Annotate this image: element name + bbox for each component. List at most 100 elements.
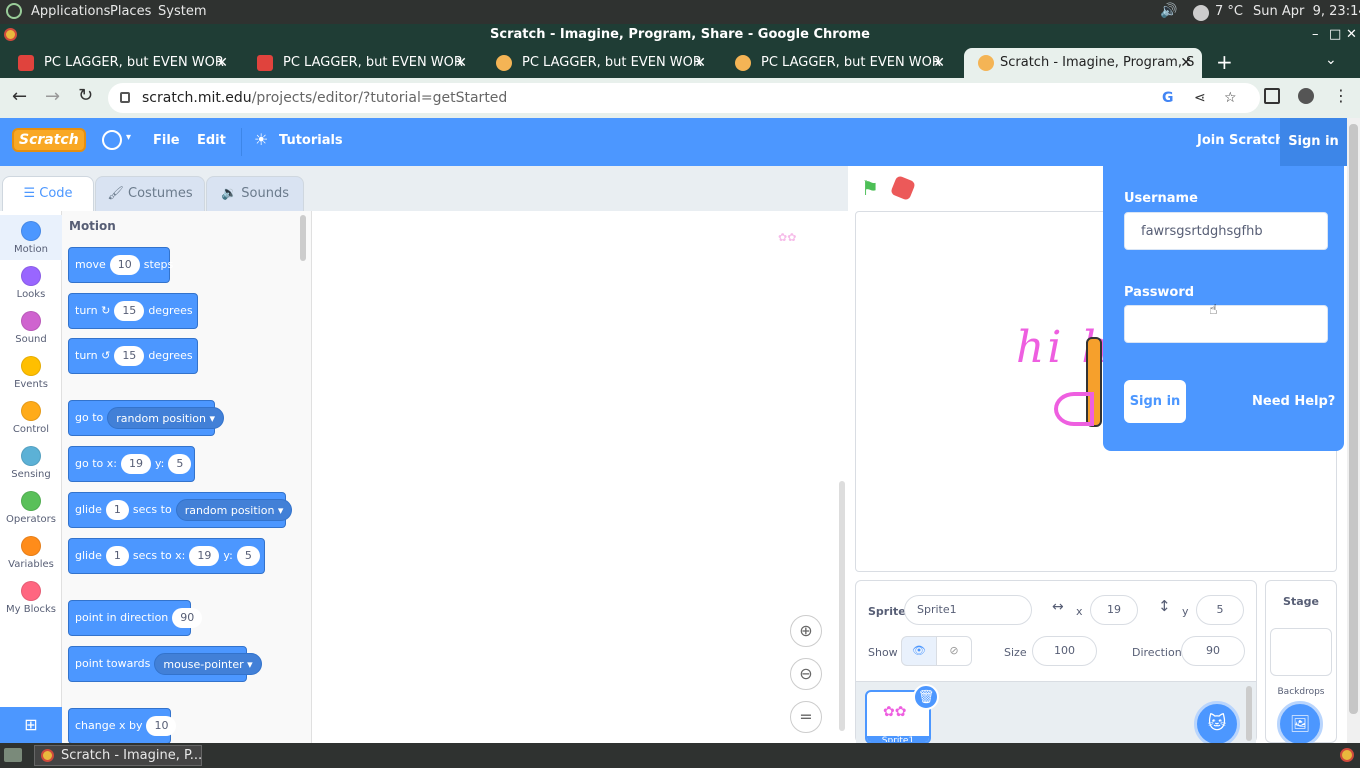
new-tab-icon[interactable]: + xyxy=(1216,50,1233,74)
block-input[interactable]: 10 xyxy=(109,255,140,275)
block-point-towards[interactable]: point towards mouse-pointer ▾ xyxy=(68,646,262,682)
delete-sprite-icon[interactable]: 🗑 xyxy=(913,684,939,710)
need-help-link[interactable]: Need Help? xyxy=(1252,394,1335,409)
lock-icon[interactable] xyxy=(120,92,130,103)
block-input[interactable]: 19 xyxy=(189,546,220,566)
back-icon[interactable]: ← xyxy=(12,86,27,107)
category-events[interactable]: Events xyxy=(0,350,62,395)
forward-icon[interactable]: → xyxy=(45,86,60,107)
block-change-x[interactable]: change x by 10 xyxy=(68,708,177,744)
browser-tab[interactable]: PC LAGGER, but EVEN WOR ✕ xyxy=(478,48,716,78)
show-desktop-icon[interactable] xyxy=(4,748,22,762)
block-input[interactable]: 10 xyxy=(146,716,177,736)
block-turn-right[interactable]: turn ↻ 15 degrees xyxy=(68,293,198,329)
category-sensing[interactable]: Sensing xyxy=(0,440,62,485)
block-input[interactable]: 1 xyxy=(105,500,129,520)
edit-menu[interactable]: Edit xyxy=(197,133,226,148)
close-tab-icon[interactable]: ✕ xyxy=(933,48,945,78)
bookmark-star-icon[interactable]: ☆ xyxy=(1224,83,1237,113)
zoom-out-button[interactable]: ⊖ xyxy=(790,658,822,690)
block-move[interactable]: move 10 steps xyxy=(68,247,173,283)
browser-tab-active[interactable]: Scratch - Imagine, Program, S ✕ xyxy=(964,48,1202,78)
stage-thumbnail[interactable] xyxy=(1270,628,1332,676)
stage-selector-panel[interactable]: Stage Backdrops 🖼 xyxy=(1265,580,1337,747)
size-field[interactable]: 100 xyxy=(1032,636,1097,666)
block-input[interactable]: 15 xyxy=(114,301,145,321)
script-area[interactable]: ✿✿ ⊕ ⊖ = xyxy=(312,211,848,743)
block-glide-xy[interactable]: glide 1 secs to x: 19 y: 5 xyxy=(68,538,265,574)
tab-costumes[interactable]: 🖌 Costumes xyxy=(95,176,205,211)
menu-icon[interactable]: ⋮ xyxy=(1333,86,1349,105)
block-point-direction[interactable]: point in direction 90 xyxy=(68,600,203,636)
block-input[interactable]: 19 xyxy=(120,454,151,474)
stop-icon[interactable] xyxy=(889,174,917,202)
add-backdrop-button[interactable]: 🖼 xyxy=(1277,701,1323,747)
block-goto[interactable]: go to random position ▾ xyxy=(68,400,225,436)
browser-tab[interactable]: PC LAGGER, but EVEN WOR ✕ xyxy=(0,48,238,78)
zoom-reset-button[interactable]: = xyxy=(790,701,822,733)
globe-icon[interactable] xyxy=(102,130,122,150)
profile-icon[interactable] xyxy=(1298,88,1314,104)
file-menu[interactable]: File xyxy=(153,133,180,148)
browser-tab[interactable]: PC LAGGER, but EVEN WOR ✕ xyxy=(239,48,477,78)
block-turn-left[interactable]: turn ↺ 15 degrees xyxy=(68,338,198,374)
maximize-icon[interactable]: □ xyxy=(1329,24,1341,46)
block-goto-xy[interactable]: go to x: 19 y: 5 xyxy=(68,446,195,482)
direction-field[interactable]: 90 xyxy=(1181,636,1245,666)
minimize-icon[interactable]: – xyxy=(1312,24,1319,46)
y-field[interactable]: 5 xyxy=(1196,595,1244,625)
taskbar-window-button[interactable]: Scratch - Imagine, P... xyxy=(34,745,202,766)
category-control[interactable]: Control xyxy=(0,395,62,440)
block-dropdown[interactable]: mouse-pointer ▾ xyxy=(154,653,262,675)
system-menu[interactable]: System xyxy=(158,4,206,19)
category-looks[interactable]: Looks xyxy=(0,260,62,305)
signin-submit-button[interactable]: Sign in xyxy=(1124,380,1186,423)
address-bar[interactable]: scratch.mit.edu/projects/editor/?tutoria… xyxy=(108,83,1260,113)
browser-tab[interactable]: PC LAGGER, but EVEN WOR ✕ xyxy=(717,48,955,78)
page-scrollbar-thumb[interactable] xyxy=(1349,124,1358,714)
block-dropdown[interactable]: random position ▾ xyxy=(175,499,293,521)
palette-scrollbar[interactable] xyxy=(300,215,306,261)
show-hidden-button[interactable]: ⊘ xyxy=(936,636,972,666)
chevron-down-icon[interactable]: ▾ xyxy=(126,132,131,143)
block-glide[interactable]: glide 1 secs to random position ▾ xyxy=(68,492,293,528)
scratch-logo[interactable]: Scratch xyxy=(12,128,86,152)
category-sound[interactable]: Sound xyxy=(0,305,62,350)
os-logo-icon[interactable] xyxy=(6,3,22,19)
username-input[interactable] xyxy=(1124,212,1328,250)
tab-sounds[interactable]: 🔉 Sounds xyxy=(206,176,304,211)
block-input[interactable]: 90 xyxy=(172,608,203,628)
lightbulb-icon[interactable]: ☀ xyxy=(254,130,268,149)
password-input[interactable] xyxy=(1124,305,1328,343)
add-extension-button[interactable]: ⊞ xyxy=(0,707,62,743)
add-sprite-button[interactable]: 🐱 xyxy=(1194,701,1240,747)
applications-menu[interactable]: Applications xyxy=(31,4,110,19)
places-menu[interactable]: Places xyxy=(110,4,151,19)
block-input[interactable]: 5 xyxy=(236,546,260,566)
chrome-tray-icon[interactable] xyxy=(1340,748,1354,762)
close-window-icon[interactable]: ✕ xyxy=(1346,24,1357,46)
sprite-name-field[interactable]: Sprite1 xyxy=(904,595,1032,625)
clock[interactable]: Sun Apr 9, 23:14 xyxy=(1253,4,1360,19)
google-icon[interactable]: G xyxy=(1162,83,1174,113)
script-scrollbar[interactable] xyxy=(839,481,845,731)
tab-code[interactable]: ☰ Code xyxy=(2,176,94,211)
block-input[interactable]: 5 xyxy=(168,454,192,474)
temperature[interactable]: 7 °C xyxy=(1215,4,1243,19)
close-tab-icon[interactable]: ✕ xyxy=(1180,48,1192,78)
close-tab-icon[interactable]: ✕ xyxy=(455,48,467,78)
x-field[interactable]: 19 xyxy=(1090,595,1138,625)
tutorials-menu[interactable]: Tutorials xyxy=(279,133,343,148)
show-visible-button[interactable]: 👁 xyxy=(901,636,937,666)
share-icon[interactable]: ⋖ xyxy=(1194,83,1206,113)
block-input[interactable]: 1 xyxy=(105,546,129,566)
category-myblocks[interactable]: My Blocks xyxy=(0,575,62,620)
close-tab-icon[interactable]: ✕ xyxy=(694,48,706,78)
block-input[interactable]: 15 xyxy=(114,346,145,366)
sidepanel-icon[interactable] xyxy=(1264,88,1280,104)
reload-icon[interactable]: ↻ xyxy=(78,85,93,106)
green-flag-icon[interactable]: ⚑ xyxy=(861,176,879,200)
category-variables[interactable]: Variables xyxy=(0,530,62,575)
category-operators[interactable]: Operators xyxy=(0,485,62,530)
join-scratch-link[interactable]: Join Scratch xyxy=(1197,133,1284,148)
